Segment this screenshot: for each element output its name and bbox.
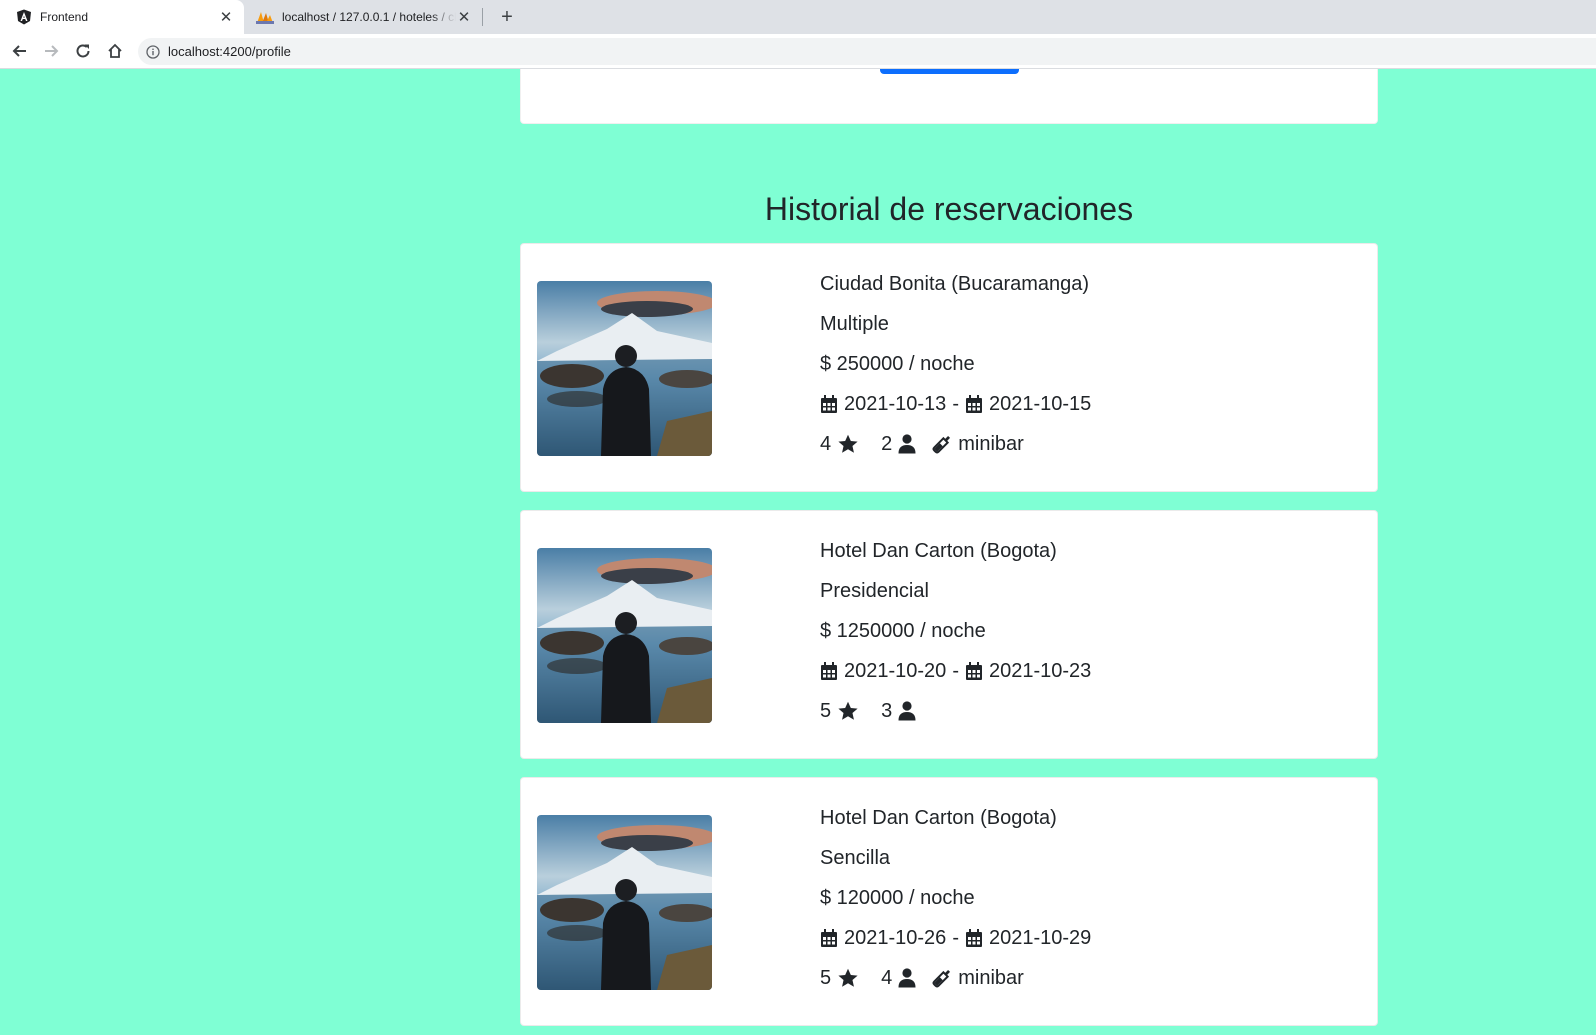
hotel-photo [537, 548, 712, 723]
url-text: localhost:4200/profile [168, 44, 291, 59]
room-type: Multiple [820, 313, 889, 335]
hotel-name: Ciudad Bonita (Bucaramanga) [820, 273, 1090, 295]
date-range: 2021-10-26 - 2021-10-29 [820, 927, 1091, 949]
calendar-icon [965, 395, 982, 413]
calendar-icon [821, 929, 837, 947]
browser-tab-bar: Frontend ✕ localhost / 127.0.0.1 / hotel… [0, 0, 1596, 34]
address-bar[interactable]: localhost:4200/profile [138, 38, 1596, 65]
check-in-date: 2021-10-20 [844, 660, 947, 682]
guest-count: 4 [881, 967, 893, 989]
back-arrow-icon[interactable] [9, 40, 31, 62]
profile-card-bottom [520, 69, 1378, 124]
new-tab-plus-icon[interactable]: + [494, 4, 520, 30]
close-tab-icon[interactable]: ✕ [218, 8, 234, 26]
user-icon [898, 434, 916, 454]
amenities-row: 5 3 [820, 700, 1091, 722]
calendar-icon [821, 395, 837, 413]
amenities-row: 4 2 minibar [820, 433, 1091, 455]
reservation-card: Hotel Dan Carton (Bogota) Presidencial $… [520, 510, 1378, 759]
date-separator: - [952, 660, 959, 682]
date-separator: - [952, 927, 959, 949]
hotel-photo [537, 281, 712, 456]
star-count: 5 [820, 700, 832, 722]
star-icon [838, 434, 858, 453]
profile-action-button[interactable] [880, 69, 1019, 74]
star-icon [838, 701, 858, 720]
tab-title: Frontend [40, 10, 89, 24]
amenities-row: 5 4 minibar [820, 967, 1091, 989]
calendar-icon [965, 662, 982, 680]
calendar-icon [965, 929, 982, 947]
hotel-photo [537, 815, 712, 990]
price-per-night: $ 1250000 / noche [820, 620, 986, 642]
guest-count: 3 [881, 700, 893, 722]
user-icon [898, 968, 916, 988]
wine-bottle-icon [932, 435, 951, 454]
user-icon [898, 701, 916, 721]
hotel-name: Hotel Dan Carton (Bogota) [820, 540, 1057, 562]
tab-title: localhost / 127.0.0.1 / hoteles / cl [282, 10, 456, 24]
room-type: Presidencial [820, 580, 929, 602]
calendar-icon [821, 662, 837, 680]
reservation-card: Hotel Dan Carton (Bogota) Sencilla $ 120… [520, 777, 1378, 1026]
phpmyadmin-icon [256, 12, 274, 24]
amenity-label: minibar [958, 433, 1024, 455]
home-icon[interactable] [104, 40, 126, 62]
hotel-name: Hotel Dan Carton (Bogota) [820, 807, 1057, 829]
wine-bottle-icon [932, 969, 951, 988]
star-icon [838, 968, 858, 987]
check-in-date: 2021-10-13 [844, 393, 947, 415]
tab-frontend[interactable]: Frontend ✕ [0, 0, 244, 34]
info-icon[interactable] [146, 44, 160, 59]
reservation-card: Ciudad Bonita (Bucaramanga) Multiple $ 2… [520, 243, 1378, 492]
tab-divider [482, 8, 483, 26]
angular-icon [17, 9, 31, 25]
history-title: Historial de reservaciones [764, 191, 1134, 227]
check-in-date: 2021-10-26 [844, 927, 947, 949]
check-out-date: 2021-10-29 [988, 927, 1092, 949]
reload-icon[interactable] [72, 40, 94, 62]
date-range: 2021-10-13 - 2021-10-15 [820, 393, 1091, 415]
browser-toolbar: localhost:4200/profile [0, 34, 1596, 69]
guest-count: 2 [881, 433, 893, 455]
close-tab-icon[interactable]: ✕ [456, 8, 472, 26]
date-separator: - [952, 393, 959, 415]
date-range: 2021-10-20 - 2021-10-23 [820, 660, 1091, 682]
tab-phpmyadmin[interactable]: localhost / 127.0.0.1 / hoteles / cl ✕ [248, 0, 482, 34]
star-count: 5 [820, 967, 832, 989]
amenity-label: minibar [958, 967, 1024, 989]
forward-arrow-icon[interactable] [40, 40, 62, 62]
price-per-night: $ 250000 / noche [820, 353, 975, 375]
room-type: Sencilla [820, 847, 891, 869]
star-count: 4 [820, 433, 832, 455]
price-per-night: $ 120000 / noche [820, 887, 975, 909]
check-out-date: 2021-10-23 [988, 660, 1092, 682]
check-out-date: 2021-10-15 [988, 393, 1092, 415]
